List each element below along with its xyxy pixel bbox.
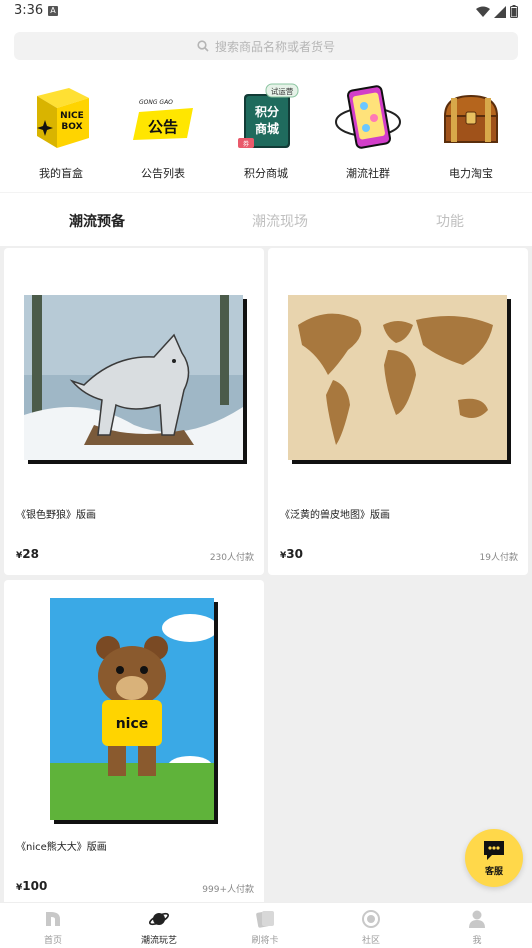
header-area: 搜索商品名称或者货号 NICE BOX 我的盲盒 GONG GAO 公告 公告列… (0, 24, 532, 246)
category-treasure[interactable]: 电力淘宝 (423, 74, 519, 186)
bottom-nav: 首页 潮流玩艺 刷将卡 社区 我 (0, 902, 532, 948)
category-label: 电力淘宝 (449, 167, 493, 180)
category-label: 积分商城 (244, 167, 288, 180)
profile-icon (469, 910, 485, 928)
bear-shirt-text: nice (116, 716, 149, 732)
search-placeholder: 搜索商品名称或者货号 (214, 39, 335, 54)
status-bar: 3:36 A (0, 0, 532, 24)
paid-count: 230人付款 (209, 553, 254, 563)
price-value: 100 (22, 879, 48, 893)
points-art-text-2: 商城 (255, 121, 279, 136)
circle-target-icon (362, 910, 380, 928)
announcement-art-text: 公告 (148, 118, 178, 136)
product-price: ¥100 (16, 879, 47, 893)
points-mall-icon: 试运营 积分 商城 券 (238, 83, 299, 148)
announcement-art-small: GONG GAO (139, 99, 173, 106)
nav-trend-play[interactable]: 潮流玩艺 (106, 903, 212, 948)
nav-label: 我 (472, 936, 482, 946)
points-art-text-1: 积分 (255, 104, 279, 119)
tab-bar: 潮流预备 潮流现场 功能 (0, 192, 532, 247)
nav-label: 潮流玩艺 (140, 936, 177, 946)
price-value: 28 (22, 547, 39, 561)
paid-count: 999+人付款 (202, 885, 254, 895)
battery-icon (510, 5, 518, 18)
tab-trend-live[interactable]: 潮流现场 (252, 211, 308, 231)
tab-functions[interactable]: 功能 (436, 211, 464, 231)
product-title: 《银色野狼》版画 (16, 510, 96, 521)
price-value: 30 (286, 547, 303, 561)
category-label: 我的盲盒 (39, 167, 83, 180)
signal-icon (494, 5, 506, 18)
silver-wolf-image (24, 295, 243, 460)
cards-icon (256, 911, 274, 928)
treasure-chest-icon (443, 94, 499, 143)
nav-me[interactable]: 我 (424, 903, 530, 948)
wifi-icon (476, 6, 490, 17)
customer-service-label: 客服 (484, 867, 503, 877)
product-card[interactable]: nice 《nice熊大大》版画 ¥100 999+人付款 (4, 580, 264, 907)
nav-community[interactable]: 社区 (318, 903, 424, 948)
nav-label: 首页 (43, 936, 62, 946)
chat-bubble-icon (484, 841, 504, 860)
box-art-text-2: BOX (61, 122, 82, 132)
box-art-text-1: NICE (60, 111, 84, 121)
world-map-image (288, 295, 507, 460)
product-card[interactable]: 《泛黄的兽皮地图》版画 ¥30 19人付款 (268, 248, 528, 575)
search-input[interactable]: 搜索商品名称或者货号 (14, 32, 518, 60)
category-points-mall[interactable]: 试运营 积分 商城 券 积分商城 (218, 74, 314, 186)
customer-service-button[interactable]: 客服 (465, 829, 523, 887)
home-icon (46, 912, 60, 926)
nav-label: 社区 (361, 936, 380, 946)
category-my-blind-box[interactable]: NICE BOX 我的盲盒 (13, 74, 109, 186)
community-phone-icon (335, 85, 401, 149)
announcement-icon: GONG GAO 公告 (133, 99, 193, 140)
notification-a-icon: A (48, 6, 58, 16)
product-price: ¥28 (16, 547, 39, 561)
nav-home[interactable]: 首页 (0, 903, 106, 948)
status-time: 3:36 (14, 3, 44, 18)
nav-label: 刷将卡 (251, 936, 279, 946)
product-title: 《泛黄的兽皮地图》版画 (280, 510, 390, 521)
paid-count: 19人付款 (479, 553, 518, 563)
tab-trend-prep[interactable]: 潮流预备 (69, 211, 125, 231)
product-price: ¥30 (280, 547, 303, 561)
category-community[interactable]: 潮流社群 (320, 74, 416, 186)
planet-icon (149, 912, 169, 926)
nav-cards[interactable]: 刷将卡 (212, 903, 318, 948)
category-label: 潮流社群 (346, 167, 390, 180)
search-icon (197, 40, 209, 52)
nice-box-icon: NICE BOX (37, 88, 89, 148)
points-art-tag: 券 (243, 140, 249, 148)
points-art-badge: 试运营 (271, 86, 294, 96)
category-row: NICE BOX 我的盲盒 GONG GAO 公告 公告列表 试运营 积分 商城 (0, 74, 532, 186)
category-announcements[interactable]: GONG GAO 公告 公告列表 (115, 74, 211, 186)
status-icons (476, 5, 518, 18)
nice-bear-image: nice (50, 598, 214, 820)
category-label: 公告列表 (141, 167, 185, 180)
product-card[interactable]: 《银色野狼》版画 ¥28 230人付款 (4, 248, 264, 575)
product-title: 《nice熊大大》版画 (16, 842, 107, 853)
